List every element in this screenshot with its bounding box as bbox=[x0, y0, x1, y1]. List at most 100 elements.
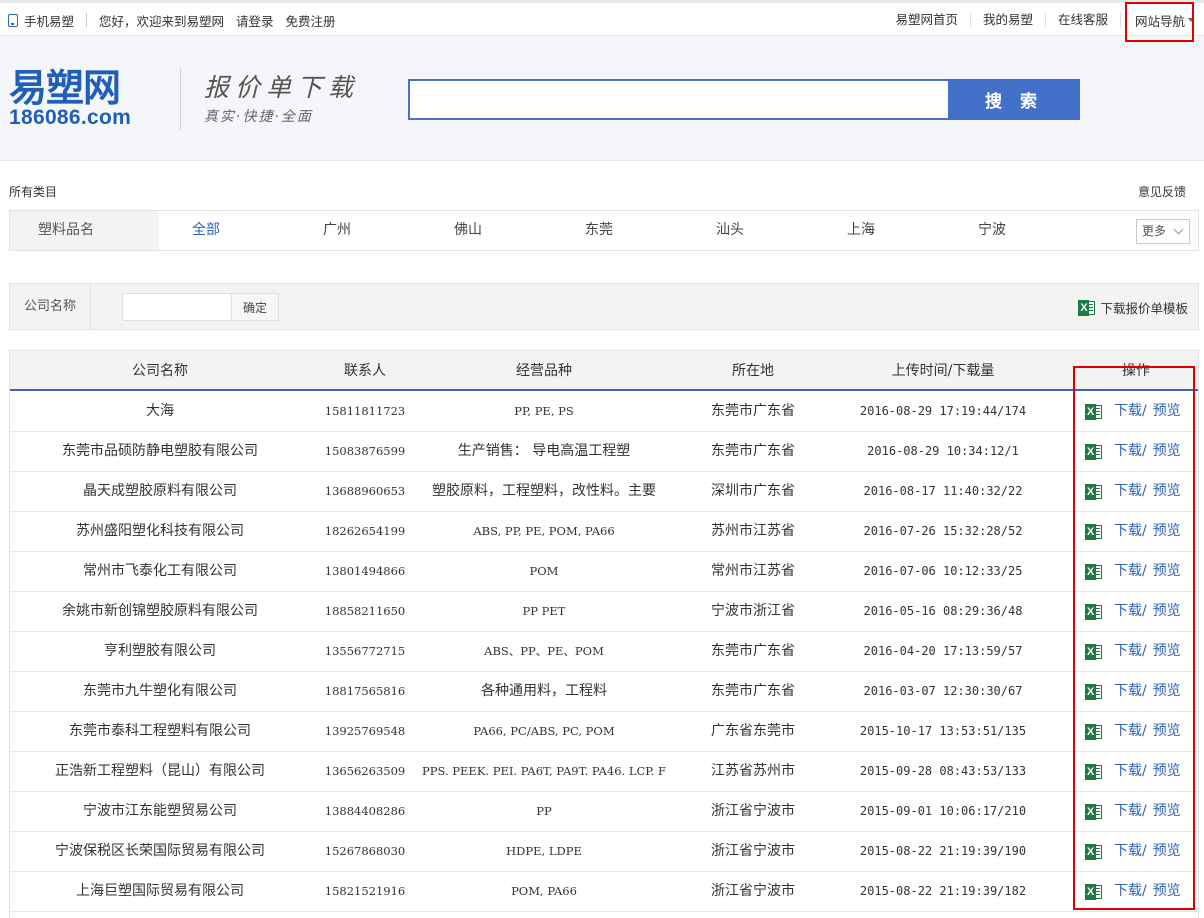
download-link[interactable]: 下载 bbox=[1114, 712, 1142, 751]
company-search-bar: 公司名称 确定 X 下载报价单模板 bbox=[9, 283, 1199, 330]
company-name-cell: 东莞市品硕防静电塑胶有限公司 bbox=[62, 443, 258, 459]
actions-cell: X 下载 / 预览 bbox=[1080, 672, 1198, 711]
my-account-link[interactable]: 我的易塑 bbox=[971, 13, 1046, 27]
site-nav-label: 网站导航 bbox=[1134, 13, 1185, 29]
preview-link[interactable]: 预览 bbox=[1153, 712, 1181, 751]
city-tab-dongguan[interactable]: 东莞 bbox=[559, 211, 639, 250]
city-tab-shantou[interactable]: 汕头 bbox=[690, 211, 770, 250]
city-tab-ningbo[interactable]: 宁波 bbox=[952, 211, 1032, 250]
upload-time-cell: 2015-09-01 10:06:17/210 bbox=[859, 804, 1027, 818]
header-upload-time: 上传时间/下载量 bbox=[891, 363, 995, 379]
preview-link[interactable]: 预览 bbox=[1153, 512, 1181, 551]
online-service-link[interactable]: 在线客服 bbox=[1046, 13, 1121, 27]
excel-icon[interactable]: X bbox=[1085, 443, 1102, 460]
excel-icon[interactable]: X bbox=[1085, 523, 1102, 540]
contact-phone-cell: 13925769548 bbox=[324, 724, 406, 738]
products-cell: HDPE, LDPE bbox=[506, 844, 582, 858]
excel-icon[interactable]: X bbox=[1085, 483, 1102, 500]
city-tab-shanghai[interactable]: 上海 bbox=[821, 211, 901, 250]
actions-cell: X 下载 / 预览 bbox=[1080, 432, 1198, 471]
download-template-link[interactable]: X 下载报价单模板 bbox=[1078, 298, 1188, 317]
download-link[interactable]: 下载 bbox=[1114, 392, 1142, 431]
upload-time-cell: 2015-10-17 13:53:51/135 bbox=[859, 724, 1027, 738]
download-link[interactable]: 下载 bbox=[1114, 672, 1142, 711]
city-tab-foshan[interactable]: 佛山 bbox=[428, 211, 508, 250]
company-name-cell: 亨利塑胶有限公司 bbox=[104, 643, 216, 659]
download-link[interactable]: 下载 bbox=[1114, 432, 1142, 471]
preview-link[interactable]: 预览 bbox=[1153, 432, 1181, 471]
preview-link[interactable]: 预览 bbox=[1153, 592, 1181, 631]
actions-cell: X 下载 / 预览 bbox=[1080, 472, 1198, 511]
company-name-cell: 余姚市新创锦塑胶原料有限公司 bbox=[62, 603, 258, 619]
download-link[interactable]: 下载 bbox=[1114, 552, 1142, 591]
download-link[interactable]: 下载 bbox=[1114, 872, 1142, 911]
register-link[interactable]: 免费注册 bbox=[286, 11, 336, 30]
excel-icon[interactable]: X bbox=[1085, 843, 1102, 860]
excel-icon[interactable]: X bbox=[1085, 403, 1102, 420]
separator-slash: / bbox=[1142, 763, 1147, 779]
download-link[interactable]: 下载 bbox=[1114, 592, 1142, 631]
products-cell: PP PET bbox=[522, 604, 566, 618]
feedback-link[interactable]: 意见反馈 bbox=[1138, 183, 1186, 200]
contact-phone-cell: 13656263509 bbox=[324, 764, 406, 778]
excel-icon[interactable]: X bbox=[1085, 643, 1102, 660]
mobile-app-link[interactable]: 手机易塑 bbox=[24, 11, 74, 30]
preview-link[interactable]: 预览 bbox=[1153, 552, 1181, 591]
login-link[interactable]: 请登录 bbox=[236, 11, 274, 30]
download-link[interactable]: 下载 bbox=[1114, 512, 1142, 551]
more-cities-button[interactable]: 更多 bbox=[1136, 219, 1190, 244]
products-cell: 塑胶原料，工程塑料，改性料。主要 bbox=[432, 483, 656, 499]
upload-time-cell: 2015-08-22 21:19:39/190 bbox=[859, 844, 1027, 858]
products-cell: 生产销售： 导电高温工程塑 bbox=[457, 443, 631, 459]
upload-time-cell: 2016-07-26 15:32:28/52 bbox=[863, 524, 1023, 538]
download-link[interactable]: 下载 bbox=[1114, 472, 1142, 511]
download-link[interactable]: 下载 bbox=[1114, 632, 1142, 671]
slogan: 报价单下载 真实·快捷·全面 bbox=[204, 73, 384, 126]
table-row: 苏州盛阳塑化科技有限公司 18262654199 ABS, PP, PE, POM,… bbox=[10, 512, 1198, 552]
preview-link[interactable]: 预览 bbox=[1153, 832, 1181, 871]
chevron-down-icon bbox=[1188, 18, 1194, 22]
location-cell: 浙江省宁波市 bbox=[711, 883, 795, 899]
upload-time-cell: 2016-04-20 17:13:59/57 bbox=[863, 644, 1023, 658]
excel-icon[interactable]: X bbox=[1085, 723, 1102, 740]
divider bbox=[86, 13, 88, 27]
excel-icon[interactable]: X bbox=[1085, 603, 1102, 620]
excel-icon[interactable]: X bbox=[1085, 883, 1102, 900]
site-logo[interactable]: 易塑网 186086.com bbox=[9, 69, 159, 128]
site-nav-menu[interactable]: 网站导航 bbox=[1121, 11, 1204, 30]
excel-icon[interactable]: X bbox=[1085, 683, 1102, 700]
city-tab-guangzhou[interactable]: 广州 bbox=[297, 211, 377, 250]
actions-cell: X 下载 / 预览 bbox=[1080, 552, 1198, 591]
location-cell: 广东省东莞市 bbox=[711, 723, 795, 739]
search-button[interactable]: 搜 索 bbox=[948, 79, 1080, 120]
download-link[interactable]: 下载 bbox=[1114, 752, 1142, 791]
slogan-subtitle: 真实·快捷·全面 bbox=[204, 109, 313, 125]
products-cell: PP, PE, PS bbox=[514, 404, 574, 418]
preview-link[interactable]: 预览 bbox=[1153, 392, 1181, 431]
preview-link[interactable]: 预览 bbox=[1153, 872, 1181, 911]
preview-link[interactable]: 预览 bbox=[1153, 472, 1181, 511]
actions-cell: X 下载 / 预览 bbox=[1080, 712, 1198, 751]
preview-link[interactable]: 预览 bbox=[1153, 632, 1181, 671]
download-link[interactable]: 下载 bbox=[1114, 792, 1142, 831]
preview-link[interactable]: 预览 bbox=[1153, 672, 1181, 711]
excel-icon[interactable]: X bbox=[1085, 803, 1102, 820]
contact-phone-cell: 15083876599 bbox=[324, 444, 406, 458]
excel-icon[interactable]: X bbox=[1085, 563, 1102, 580]
separator-slash: / bbox=[1142, 723, 1147, 739]
company-name-cell: 正浩新工程塑料（昆山）有限公司 bbox=[55, 763, 265, 779]
preview-link[interactable]: 预览 bbox=[1153, 752, 1181, 791]
excel-icon[interactable]: X bbox=[1085, 763, 1102, 780]
city-filter-bar: 塑料品名 全部 广州 佛山 东莞 汕头 上海 宁波 更多 bbox=[9, 210, 1199, 251]
company-name-input[interactable] bbox=[122, 293, 232, 321]
location-cell: 东莞市广东省 bbox=[711, 683, 795, 699]
city-tab-all[interactable]: 全部 bbox=[166, 211, 246, 250]
actions-cell: X 下载 / 预览 bbox=[1080, 752, 1198, 791]
search-input[interactable] bbox=[408, 79, 950, 120]
preview-link[interactable]: 预览 bbox=[1153, 792, 1181, 831]
confirm-button[interactable]: 确定 bbox=[231, 293, 279, 321]
more-label: 更多 bbox=[1142, 224, 1167, 238]
download-link[interactable]: 下载 bbox=[1114, 832, 1142, 871]
home-link[interactable]: 易塑网首页 bbox=[883, 13, 971, 27]
contact-phone-cell: 15811811723 bbox=[324, 404, 406, 418]
